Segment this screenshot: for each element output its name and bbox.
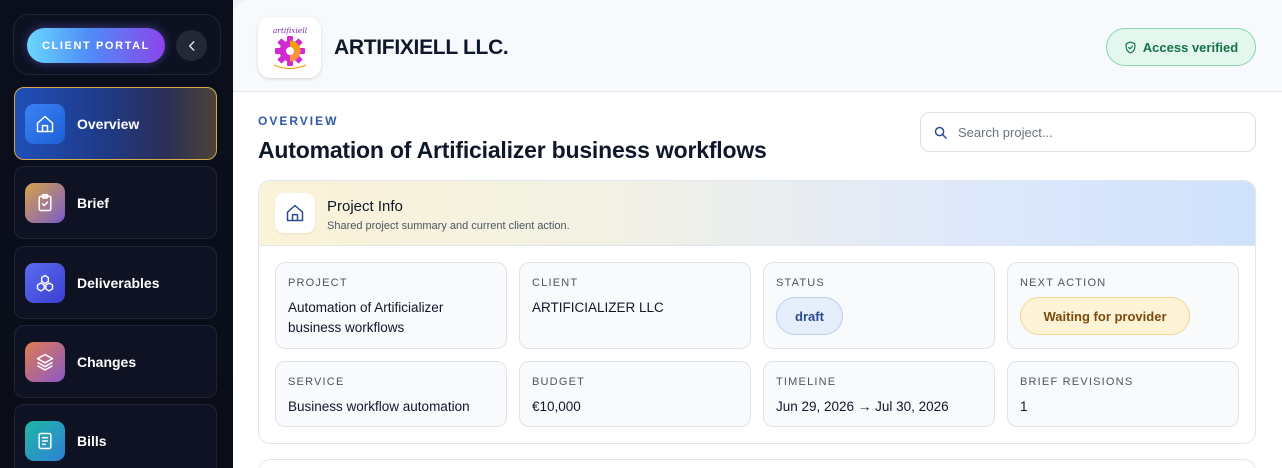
card-label: STATUS [776, 277, 825, 289]
card-label: BRIEF REVISIONS [1020, 376, 1134, 388]
sidebar-item-deliverables[interactable]: Deliverables [14, 246, 217, 319]
card-value: €10,000 [532, 399, 581, 414]
company-logo: artifixiell [258, 17, 321, 78]
next-action-badge: Waiting for provider [1020, 297, 1190, 335]
sidebar-item-label: Deliverables [77, 274, 160, 291]
access-verified-label: Access verified [1142, 39, 1239, 55]
card-value: 1 [1020, 399, 1028, 414]
sidebar-item-label: Brief [77, 194, 109, 211]
card-label: CLIENT [532, 277, 579, 289]
client-portal-button[interactable]: CLIENT PORTAL [27, 28, 165, 63]
sidebar: CLIENT PORTAL Overview Brief Deliverable… [0, 0, 233, 468]
sidebar-item-label: Bills [77, 432, 107, 449]
document-icon [25, 420, 65, 461]
card-label: SERVICE [288, 376, 345, 388]
home-icon [275, 193, 315, 233]
svg-text:artifixiell: artifixiell [272, 26, 307, 35]
access-verified-badge: Access verified [1106, 28, 1256, 66]
card-label: BUDGET [532, 376, 586, 388]
sidebar-item-label: Overview [77, 115, 140, 132]
sidebar-item-changes[interactable]: Changes [14, 325, 217, 398]
status-badge: draft [776, 297, 843, 335]
project-info-header: Project Info Shared project summary and … [259, 181, 1255, 246]
timeline-card: TIMELINE Jun 29, 2026 → Jul 30, 2026 [763, 361, 995, 427]
card-value: Automation of Artificializer business wo… [288, 300, 444, 335]
card-label: NEXT ACTION [1020, 277, 1107, 289]
top-bar: artifixiell ARTIFIXIELL LLC. Access veri… [233, 0, 1282, 92]
boxes-icon [25, 262, 65, 303]
brief-revisions-card: BRIEF REVISIONS 1 [1007, 361, 1239, 427]
client-card: CLIENT ARTIFICIALIZER LLC [519, 262, 751, 349]
search-box[interactable] [920, 112, 1256, 152]
section-eyebrow: OVERVIEW [258, 114, 339, 128]
card-value: ARTIFICIALIZER LLC [532, 300, 664, 315]
layers-icon [25, 341, 65, 382]
sidebar-item-overview[interactable]: Overview [14, 87, 217, 160]
page-title: Automation of Artificializer business wo… [258, 137, 767, 163]
project-info-panel: Project Info Shared project summary and … [258, 180, 1256, 444]
collapse-sidebar-button[interactable] [176, 30, 207, 61]
sidebar-item-brief[interactable]: Brief [14, 166, 217, 239]
card-label: PROJECT [288, 277, 348, 289]
card-value: Business workflow automation [288, 399, 470, 414]
search-icon [934, 126, 947, 139]
card-value: Jun 29, 2026 → Jul 30, 2026 [776, 399, 949, 414]
home-icon [25, 103, 65, 144]
company-name: ARTIFIXIELL LLC. [334, 36, 509, 59]
next-action-card: NEXT ACTION Waiting for provider [1007, 262, 1239, 349]
project-info-title: Project Info [327, 198, 403, 215]
budget-card: BUDGET €10,000 [519, 361, 751, 427]
status-card: STATUS draft [763, 262, 995, 349]
main-content: OVERVIEW Automation of Artificializer bu… [233, 92, 1282, 468]
sidebar-item-label: Changes [77, 353, 137, 370]
card-label: TIMELINE [776, 376, 837, 388]
sidebar-item-bills[interactable]: Bills [14, 404, 217, 468]
next-panel [258, 459, 1256, 468]
gear-logo-icon: artifixiell [272, 26, 307, 69]
clipboard-check-icon [25, 182, 65, 223]
sidebar-header: CLIENT PORTAL [13, 14, 221, 75]
service-card: SERVICE Business workflow automation [275, 361, 507, 427]
project-info-subtitle: Shared project summary and current clien… [327, 220, 570, 232]
search-input[interactable] [958, 124, 1228, 140]
shield-check-icon [1125, 40, 1136, 54]
project-card: PROJECT Automation of Artificializer bus… [275, 262, 507, 349]
chevron-left-icon [188, 40, 194, 51]
